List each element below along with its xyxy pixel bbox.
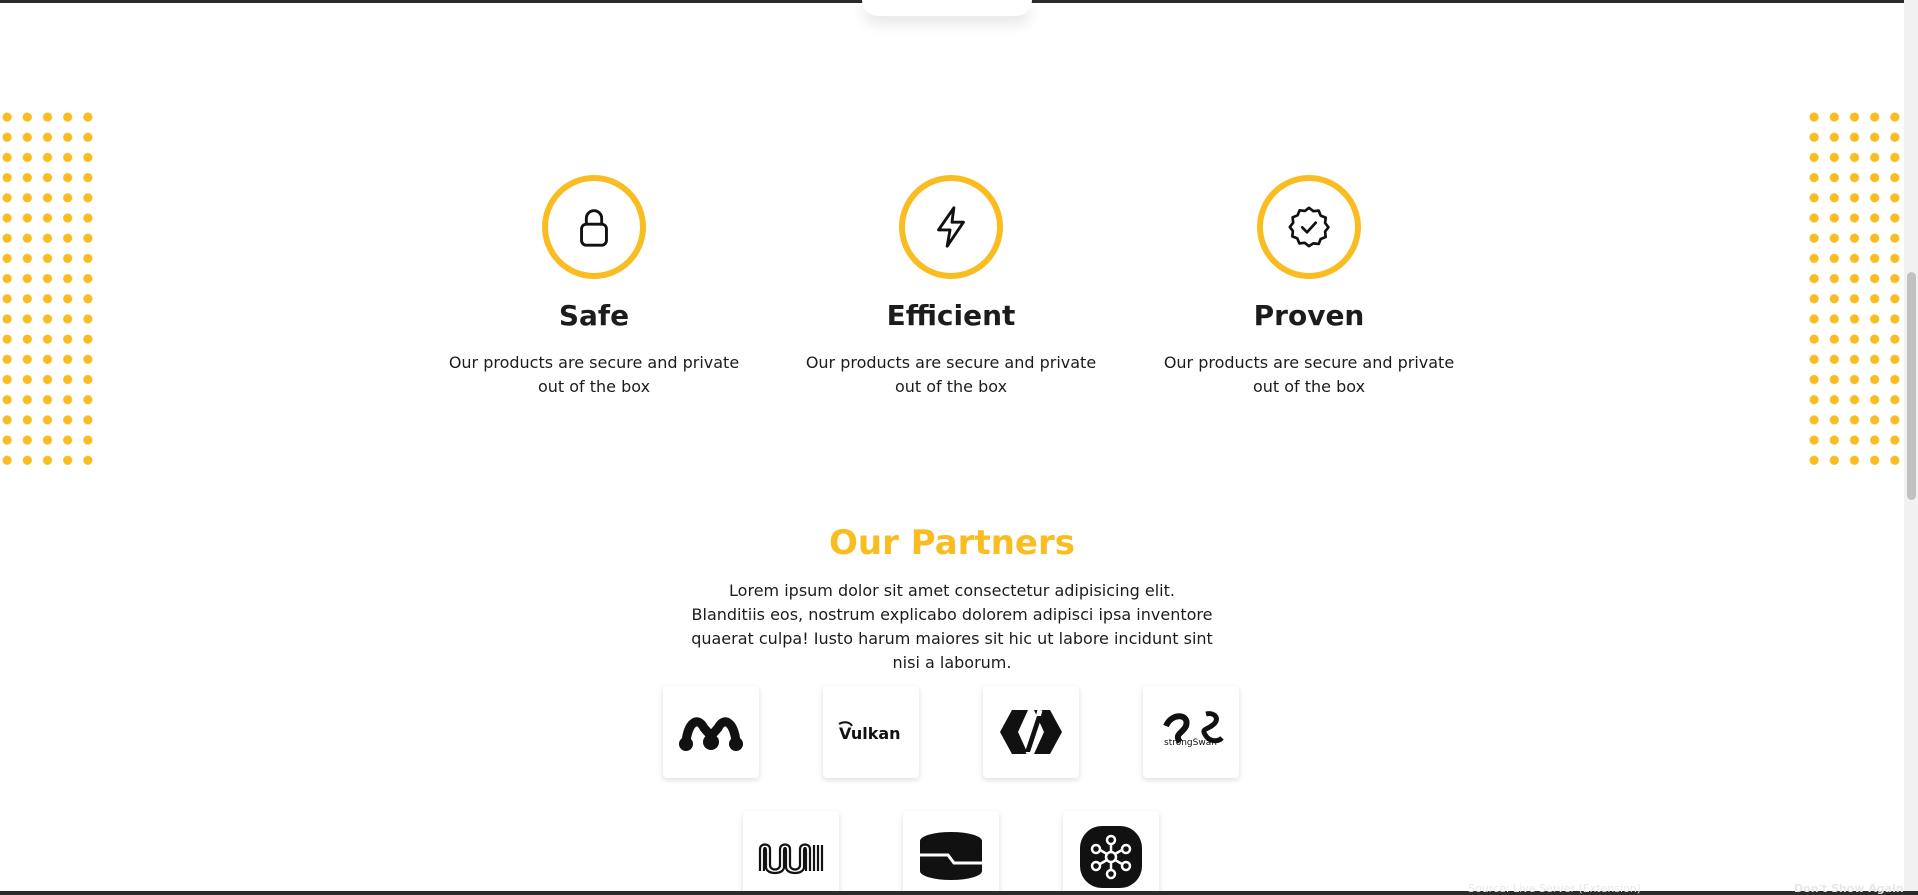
feature-title: Efficient — [886, 299, 1016, 332]
feature-efficient: Efficient Our products are secure and pr… — [791, 175, 1111, 399]
feature-icon-ring — [542, 175, 646, 279]
svg-text:strongSwan: strongSwan — [1164, 738, 1217, 748]
polymer-logo — [1000, 709, 1062, 755]
partner-card-vulkan[interactable]: Vulkan — [823, 686, 919, 778]
partner-card-kubeflow[interactable] — [1063, 811, 1159, 895]
notification-source-text: Source: Live Server (Extension) — [1468, 882, 1642, 895]
dont-show-again-button[interactable]: Don't Show Again — [1794, 882, 1904, 895]
lightning-icon — [937, 206, 965, 248]
partner-card-muni[interactable] — [743, 811, 839, 895]
features-section: Safe Our products are secure and private… — [0, 0, 1904, 420]
feature-title: Safe — [558, 299, 630, 332]
feature-proven: Proven Our products are secure and priva… — [1149, 175, 1469, 399]
mendeley-logo — [679, 717, 743, 751]
svg-text:Vulkan: Vulkan — [839, 724, 901, 743]
stackshare-logo — [920, 832, 982, 880]
verified-badge-icon — [1288, 206, 1330, 248]
partner-card-polymer[interactable] — [983, 686, 1079, 778]
page-viewport: Safe Our products are secure and private… — [0, 0, 1918, 895]
feature-icon-ring — [899, 175, 1003, 279]
muni-logo — [758, 843, 824, 875]
kubeflow-logo — [1080, 826, 1142, 888]
feature-description: Our products are secure and private out … — [805, 353, 1097, 396]
partners-description: Lorem ipsum dolor sit amet consectetur a… — [691, 581, 1213, 672]
partner-card-stackshare[interactable] — [903, 811, 999, 895]
feature-safe: Safe Our products are secure and private… — [434, 175, 754, 399]
feature-title: Proven — [1253, 299, 1365, 332]
feature-description: Our products are secure and private out … — [448, 353, 740, 396]
vertical-scrollbar[interactable] — [1904, 0, 1918, 895]
partners-title: Our Partners — [829, 523, 1075, 563]
strongswan-logo: strongSwan — [1163, 711, 1224, 748]
scrollbar-thumb[interactable] — [1907, 272, 1916, 500]
feature-description: Our products are secure and private out … — [1163, 353, 1455, 396]
partner-card-mendeley[interactable] — [663, 686, 759, 778]
partner-card-strongswan[interactable]: strongSwan — [1143, 686, 1239, 778]
vulkan-logo: Vulkan — [838, 721, 901, 743]
feature-icon-ring — [1257, 175, 1361, 279]
lock-icon — [580, 209, 608, 247]
